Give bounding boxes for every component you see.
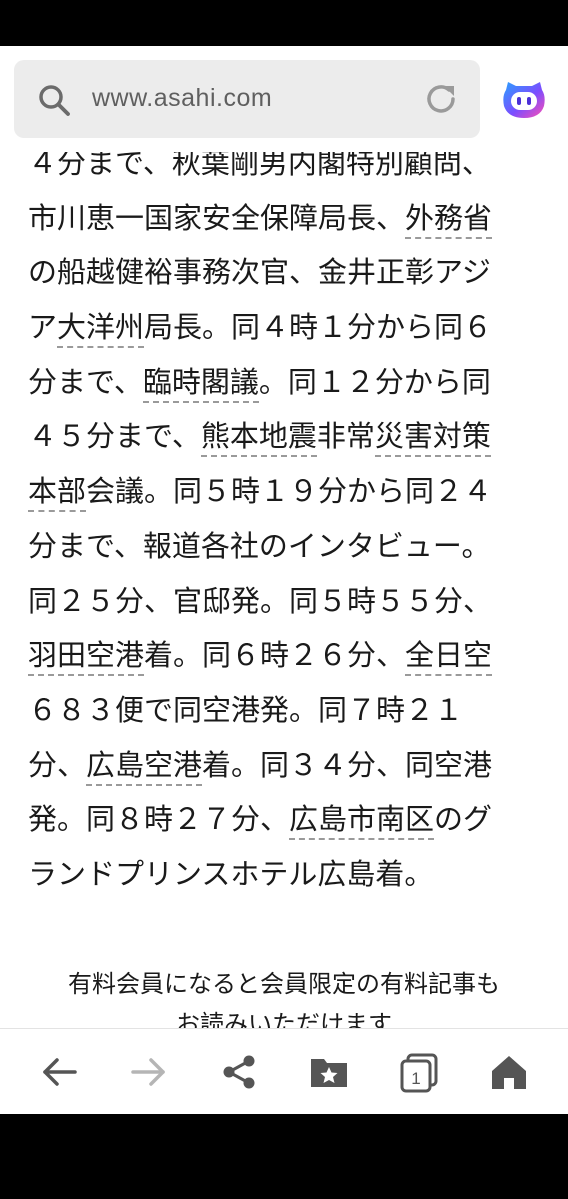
status-bar	[0, 0, 568, 46]
search-icon	[39, 85, 70, 116]
article-line: 同２５分、官邸発。同５時５５分、	[28, 574, 548, 629]
screen: www.asahi.com ４分まで、秋葉剛男内閣特別顧問、市川恵一国家安全保障…	[0, 0, 568, 1199]
article-line: 羽田空港着。同６時２６分、全日空	[28, 628, 548, 683]
browser-toolbar: www.asahi.com	[0, 46, 568, 152]
keyword-link[interactable]: 災害対策	[374, 419, 491, 458]
tabs-button[interactable]: 1	[396, 1049, 442, 1095]
assistant-face-icon[interactable]	[500, 76, 548, 124]
back-button[interactable]	[36, 1049, 82, 1095]
article-text: 局長。同４時１分から同６	[144, 310, 493, 345]
keyword-link[interactable]: 熊本地震	[200, 419, 317, 458]
article-line: 分まで、臨時閣議。同１２分から同	[28, 355, 548, 410]
article-text: ４分まで、秋葉剛男内閣特別顧問、	[28, 152, 491, 180]
article-line: ４分まで、秋葉剛男内閣特別顧問、	[28, 152, 548, 191]
paywall-promo: 有料会員になると会員限定の有料記事も お読みいただけます	[0, 964, 568, 1028]
article-text: 。同１２分から同	[258, 364, 491, 399]
article-text: 会議。同５時１９分から同２４	[86, 474, 493, 509]
article-text: 発。同８時２７分、	[28, 802, 290, 837]
article-line: ６８３便で同空港発。同７時２１	[28, 683, 548, 738]
article-text: ア	[28, 310, 58, 345]
bookmarks-button[interactable]	[306, 1049, 352, 1095]
article-line: 分まで、報道各社のインタビュー。	[28, 519, 548, 574]
back-arrow-icon	[43, 1058, 77, 1086]
promo-line-1: 有料会員になると会員限定の有料記事も	[68, 970, 500, 998]
article-text: の船越健裕事務次官、金井正彰アジ	[28, 255, 491, 290]
tabs-icon: 1	[400, 1053, 438, 1093]
keyword-link[interactable]: 本部	[28, 474, 87, 513]
forward-button[interactable]	[126, 1049, 172, 1095]
article-text: 非常	[316, 419, 375, 454]
article-line: ア大洋州局長。同４時１分から同６	[28, 300, 548, 355]
keyword-link[interactable]: 広島空港	[86, 747, 203, 786]
url-text[interactable]: www.asahi.com	[92, 84, 272, 113]
article-line: 本部会議。同５時１９分から同２４	[28, 464, 548, 519]
article-text: 着。同６時２６分、	[144, 638, 406, 673]
article-text: 分まで、報道各社のインタビュー。	[28, 528, 491, 563]
forward-arrow-icon	[131, 1058, 165, 1086]
article-line: ランドプリンスホテル広島着。	[28, 847, 548, 902]
article-text: 同２５分、官邸発。同５時５５分、	[28, 583, 493, 618]
article-line: の船越健裕事務次官、金井正彰アジ	[28, 245, 548, 300]
promo-line-2: お読みいただけます	[176, 1010, 392, 1028]
reload-icon[interactable]	[422, 80, 460, 118]
article-text: 着。同３４分、同空港	[202, 747, 493, 782]
article-text: 分、	[28, 747, 87, 782]
keyword-link[interactable]: 大洋州	[57, 310, 145, 349]
keyword-link[interactable]: 羽田空港	[28, 638, 145, 677]
keyword-link[interactable]: 全日空	[405, 638, 493, 677]
article-text: ランドプリンスホテル広島着。	[28, 856, 434, 891]
home-icon	[492, 1056, 526, 1089]
share-icon	[223, 1055, 255, 1089]
tab-count: 1	[411, 1069, 420, 1088]
article-text: 分まで、	[28, 364, 143, 399]
article-line: 発。同８時２７分、広島市南区のグ	[28, 792, 548, 847]
bottom-nav: 1	[0, 1028, 568, 1114]
article-text: ６８３便で同空港発。同７時２１	[28, 692, 464, 727]
article-viewport[interactable]: ４分まで、秋葉剛男内閣特別顧問、市川恵一国家安全保障局長、外務省の船越健裕事務次…	[0, 152, 568, 1028]
article-line: ４５分まで、熊本地震非常災害対策	[28, 409, 548, 464]
article-line: 市川恵一国家安全保障局長、外務省	[28, 191, 548, 246]
keyword-link[interactable]: 臨時閣議	[142, 364, 259, 403]
keyword-link[interactable]: 外務省	[405, 200, 493, 239]
share-button[interactable]	[216, 1049, 262, 1095]
system-nav-bar	[0, 1114, 568, 1199]
article-body: ４分まで、秋葉剛男内閣特別顧問、市川恵一国家安全保障局長、外務省の船越健裕事務次…	[28, 152, 548, 902]
address-bar[interactable]: www.asahi.com	[14, 60, 480, 138]
keyword-link[interactable]: 広島市南区	[289, 802, 435, 841]
article-text: のグ	[434, 802, 493, 837]
home-button[interactable]	[486, 1049, 532, 1095]
article-text: ４５分まで、	[28, 419, 201, 454]
bookmark-folder-icon	[311, 1059, 347, 1087]
article-text: 市川恵一国家安全保障局長、	[28, 200, 406, 235]
article-line: 分、広島空港着。同３４分、同空港	[28, 738, 548, 793]
